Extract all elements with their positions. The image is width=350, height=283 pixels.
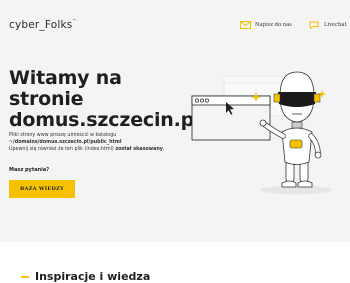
mail-icon <box>240 21 251 29</box>
info-line-3-bold: został skasowany <box>115 147 163 153</box>
contact-link[interactable]: Napisz do nas <box>240 21 292 29</box>
inspiration-section-title: Inspiracje i wiedza <box>21 270 150 283</box>
info-line-3-end: . <box>162 147 165 153</box>
chat-label: Livechat <box>324 22 347 28</box>
title-line-1: Witamy na <box>9 67 122 89</box>
public-html-path: ~/domains/domus.szczecin.pl/public_html <box>9 140 122 146</box>
info-line-1: Pliki strony www proszę umieścić w katal… <box>9 133 117 138</box>
contact-label: Napisz do nas <box>255 22 292 28</box>
chat-icon <box>309 21 320 30</box>
title-line-2: stronie <box>9 88 84 110</box>
page-title: Witamy na stronie domus.szczecin.pl <box>9 67 201 131</box>
title-line-3: domus.szczecin.pl <box>9 109 201 131</box>
knowledge-base-button[interactable]: BAZA WIEDZY <box>9 180 75 198</box>
setup-instructions: Pliki strony www proszę umieścić w katal… <box>9 132 189 153</box>
questions-label: Masz pytania? <box>9 167 50 173</box>
info-line-3: Upewnij się również że ten plik (index.h… <box>9 147 116 153</box>
browser-window <box>191 95 271 141</box>
robot-illustration <box>191 71 332 195</box>
logo-text: cyber_Folks <box>9 19 73 31</box>
cyberfolks-logo[interactable]: cyber_Folks™ <box>9 18 77 31</box>
section-title-text: Inspiracje i wiedza <box>35 270 151 283</box>
trademark-mark: ™ <box>72 18 77 23</box>
hero-section: cyber_Folks™ Napisz do nas Livechat Wita… <box>0 0 350 242</box>
accent-bar <box>21 275 29 278</box>
livechat-link[interactable]: Livechat <box>309 21 347 30</box>
